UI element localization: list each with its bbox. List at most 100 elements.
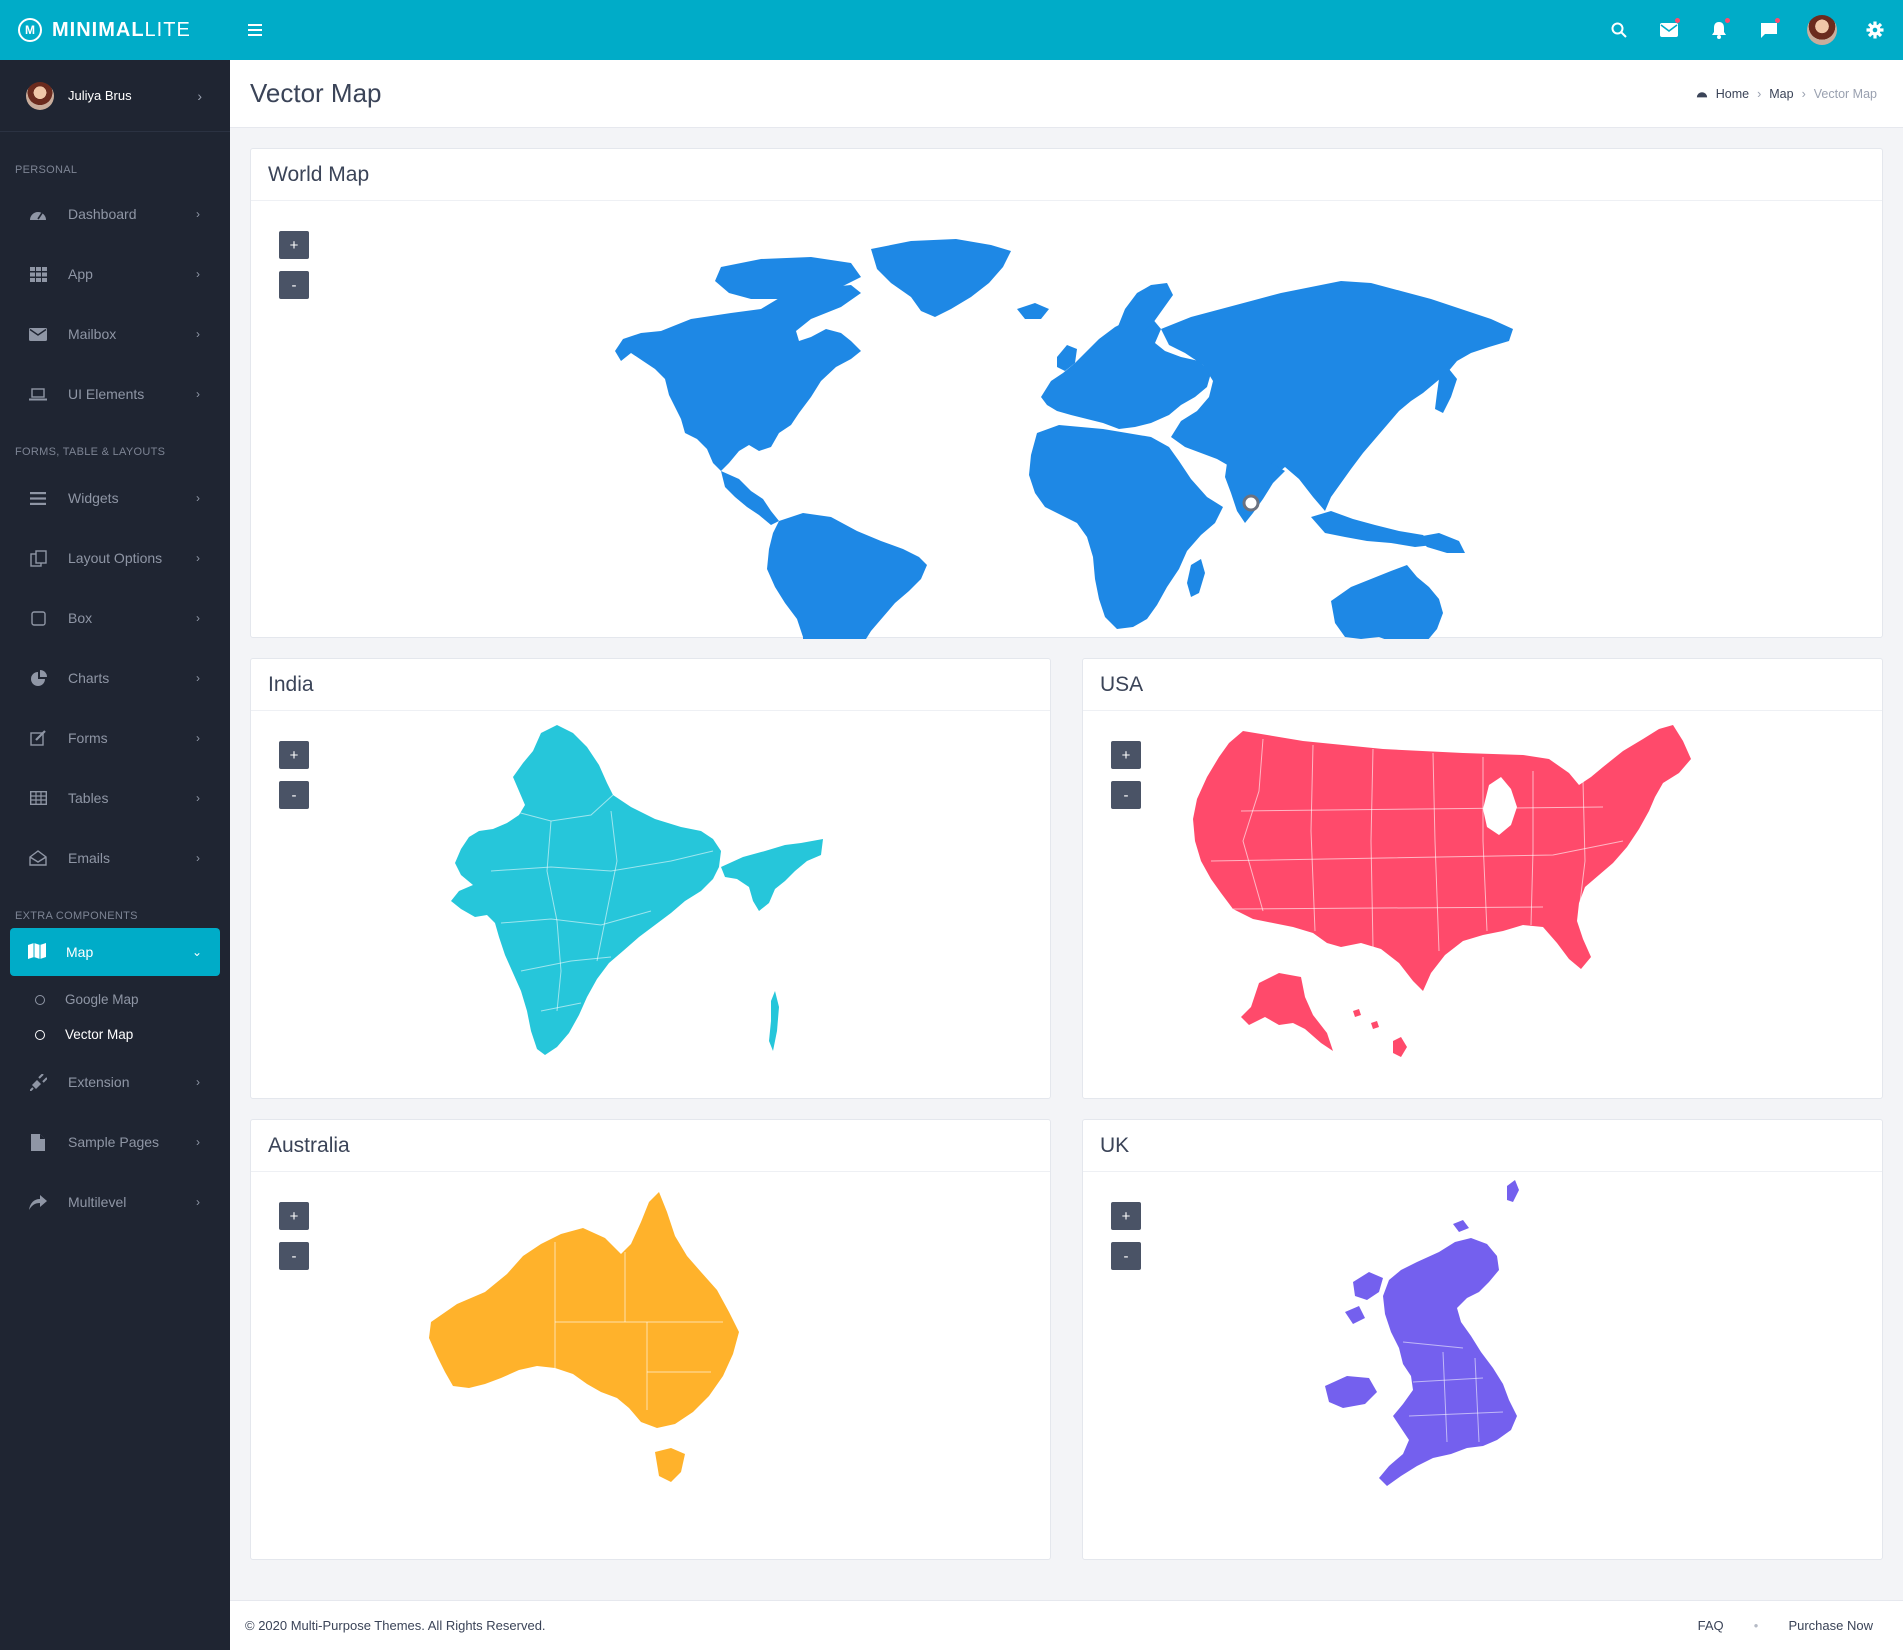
- user-panel[interactable]: Juliya Brus ›: [0, 60, 230, 132]
- dashboard-icon: [1696, 87, 1708, 101]
- sidebar-item-sample-pages[interactable]: Sample Pages ›: [0, 1112, 230, 1172]
- sidebar-item-forms[interactable]: Forms ›: [0, 708, 230, 768]
- africa-shape[interactable]: [1029, 425, 1223, 629]
- search-icon[interactable]: [1607, 18, 1631, 42]
- sidebar-item-extension[interactable]: Extension ›: [0, 1052, 230, 1112]
- notification-dot: [1675, 18, 1680, 23]
- map-marker[interactable]: [1242, 494, 1260, 512]
- northern-ireland-shape[interactable]: [1325, 1376, 1377, 1408]
- alaska-shape[interactable]: [1241, 973, 1333, 1051]
- sidebar-item-app[interactable]: App ›: [0, 244, 230, 304]
- bell-icon[interactable]: [1707, 18, 1731, 42]
- chevron-right-icon: ›: [196, 1195, 200, 1209]
- uk-map-box: UK + -: [1082, 1119, 1883, 1560]
- india-northeast-shape[interactable]: [721, 839, 823, 911]
- sidebar-item-tables[interactable]: Tables ›: [0, 768, 230, 828]
- mail-icon[interactable]: [1657, 18, 1681, 42]
- gear-icon[interactable]: [1863, 18, 1887, 42]
- sidebar-item-label: Layout Options: [68, 550, 163, 566]
- circle-icon: [35, 1029, 45, 1040]
- madagascar-shape[interactable]: [1187, 559, 1205, 597]
- chevron-right-icon: ›: [196, 731, 200, 745]
- south-america-shape[interactable]: [767, 513, 927, 639]
- india-vector-map[interactable]: [251, 711, 1052, 1100]
- australia-vector-map[interactable]: [251, 1172, 1052, 1561]
- southeast-asia-islands-shape[interactable]: [1311, 511, 1433, 547]
- footer-faq-link[interactable]: FAQ: [1698, 1618, 1724, 1633]
- chat-icon[interactable]: [1757, 18, 1781, 42]
- orkney-islands-shape[interactable]: [1453, 1220, 1469, 1232]
- sidebar-item-ui-elements[interactable]: UI Elements ›: [0, 364, 230, 424]
- sidebar-subitem-label: Vector Map: [65, 1027, 134, 1042]
- sidebar-item-widgets[interactable]: Widgets ›: [0, 468, 230, 528]
- sidebar-item-emails[interactable]: Emails ›: [0, 828, 230, 888]
- new-guinea-shape[interactable]: [1417, 533, 1465, 553]
- hawaii-islands-shape[interactable]: [1353, 1009, 1379, 1029]
- top-navbar: M MINIMALLITE: [0, 0, 1903, 60]
- section-forms-tables-layouts: FORMS, TABLE & LAYOUTS: [15, 446, 166, 458]
- pie-chart-icon: [28, 669, 48, 687]
- great-britain-shape[interactable]: [1379, 1238, 1517, 1486]
- usa-vector-map[interactable]: [1083, 711, 1884, 1100]
- andaman-islands-shape[interactable]: [769, 991, 779, 1051]
- india-shape[interactable]: [451, 725, 721, 1055]
- australia-map-box: Australia + -: [250, 1119, 1051, 1560]
- sidebar-item-charts[interactable]: Charts ›: [0, 648, 230, 708]
- sidebar-item-label: Mailbox: [68, 326, 117, 342]
- scotland-islands-shape[interactable]: [1345, 1272, 1383, 1324]
- north-america-shape[interactable]: [615, 285, 861, 471]
- scandinavia-shape[interactable]: [1117, 283, 1173, 335]
- grid-icon: [28, 265, 48, 283]
- sidebar-subitem-google-map[interactable]: Google Map: [0, 982, 230, 1017]
- footer-copyright: © 2020 Multi-Purpose Themes. All Rights …: [245, 1618, 546, 1633]
- sidebar-item-label: UI Elements: [68, 386, 145, 402]
- australia-mainland-shape[interactable]: [429, 1192, 739, 1428]
- section-extra-components: EXTRA COMPONENTS: [15, 910, 138, 922]
- uk-vector-map[interactable]: [1083, 1172, 1884, 1561]
- breadcrumb: Home › Map › Vector Map: [1696, 87, 1877, 101]
- chevron-right-icon: ›: [196, 551, 200, 565]
- india-subcontinent-shape[interactable]: [1225, 457, 1285, 523]
- chevron-right-icon: ›: [1757, 86, 1762, 101]
- sidebar-item-mailbox[interactable]: Mailbox ›: [0, 304, 230, 364]
- hawaii-shape[interactable]: [1393, 1037, 1407, 1057]
- greenland-shape[interactable]: [871, 239, 1011, 317]
- sidebar-item-dashboard[interactable]: Dashboard ›: [0, 184, 230, 244]
- central-america-shape[interactable]: [721, 471, 779, 525]
- sidebar-item-multilevel[interactable]: Multilevel ›: [0, 1172, 230, 1232]
- file-icon: [28, 1133, 48, 1151]
- user-name: Juliya Brus: [68, 88, 132, 103]
- table-icon: [28, 789, 48, 807]
- world-vector-map[interactable]: [251, 201, 1884, 639]
- breadcrumb-map[interactable]: Map: [1769, 87, 1793, 101]
- brand-logo[interactable]: M MINIMALLITE: [0, 0, 230, 60]
- shetland-islands-shape[interactable]: [1507, 1180, 1519, 1202]
- sidebar-item-label: Emails: [68, 850, 111, 866]
- chevron-right-icon: ›: [196, 387, 200, 401]
- chevron-right-icon: ›: [196, 267, 200, 281]
- sidebar-subitem-vector-map[interactable]: Vector Map: [0, 1017, 230, 1052]
- footer: © 2020 Multi-Purpose Themes. All Rights …: [230, 1600, 1903, 1650]
- notification-dot: [1725, 18, 1730, 23]
- list-icon: [28, 489, 48, 507]
- sidebar-item-label: Sample Pages: [68, 1134, 160, 1150]
- iceland-shape[interactable]: [1017, 303, 1049, 319]
- sidebar-item-label: Charts: [68, 670, 110, 686]
- usa-mainland-shape[interactable]: [1193, 725, 1691, 991]
- breadcrumb-home[interactable]: Home: [1716, 87, 1749, 101]
- asia-shape[interactable]: [1161, 281, 1513, 511]
- laptop-icon: [28, 385, 48, 403]
- box-title: UK: [1083, 1120, 1882, 1172]
- sidebar-item-layout-options[interactable]: Layout Options ›: [0, 528, 230, 588]
- footer-purchase-link[interactable]: Purchase Now: [1788, 1618, 1873, 1633]
- chevron-right-icon: ›: [1801, 86, 1806, 101]
- sidebar-item-box[interactable]: Box ›: [0, 588, 230, 648]
- envelope-open-icon: [28, 849, 48, 867]
- box-title: USA: [1083, 659, 1882, 711]
- share-icon: [28, 1193, 48, 1211]
- sidebar-item-map[interactable]: Map ⌄: [10, 928, 220, 976]
- hamburger-icon[interactable]: [248, 20, 262, 41]
- tasmania-shape[interactable]: [655, 1448, 685, 1482]
- australia-shape[interactable]: [1331, 565, 1443, 639]
- user-avatar[interactable]: [1807, 15, 1837, 45]
